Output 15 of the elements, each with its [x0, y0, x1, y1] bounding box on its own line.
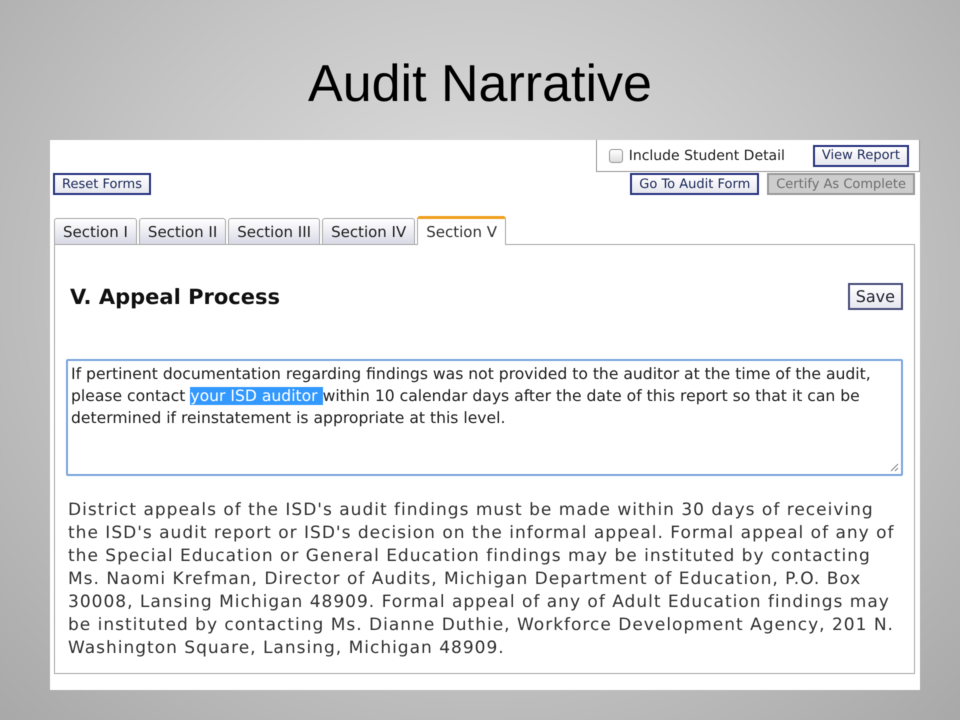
section-tab[interactable]: Section II: [138, 218, 226, 244]
resize-grip-icon[interactable]: [890, 463, 899, 472]
include-student-detail-checkbox[interactable]: Include Student Detail: [608, 148, 785, 164]
toolbar-button[interactable]: Reset Forms: [53, 173, 151, 196]
save-button[interactable]: Save: [848, 283, 903, 310]
section-heading: V. Appeal Process: [70, 284, 280, 308]
toolbar-button[interactable]: Go To Audit Form: [630, 173, 760, 195]
slide-title: Audit Narrative: [308, 58, 652, 112]
section-tab[interactable]: Section IV: [322, 218, 416, 244]
view-report-button[interactable]: View Report: [812, 144, 909, 166]
section-tab[interactable]: Section V: [417, 216, 506, 245]
section-tab[interactable]: Section III: [228, 218, 320, 244]
appeal-instructions-text: District appeals of the ISD's audit findings must be made within 30 days of receiving the ISD's audit report or ISD's decision on the informal appeal. Formal appeal of any of the Special Education or General Education findings may be instituted by contacting Ms. Naomi Krefman, Director of Audits, Michigan Department of Education, P.O. Box 30008, Lansing Michigan 48909. Formal appeal of any of Adult Education findings may be instituted by contacting Ms. Dianne Duthie, Workforce Development Agency, 201 N. Washington Square, Lansing, Michigan 48909.: [68, 499, 896, 660]
section-tab[interactable]: Section I: [54, 218, 137, 244]
narrative-text-area[interactable]: If pertinent documentation regarding findings was not provided to the auditor at the time of the audit, please contact your ISD auditor within 10 calendar days after the date of this report so that it can be determined if reinstatement is appropriate at this level.: [66, 359, 903, 476]
